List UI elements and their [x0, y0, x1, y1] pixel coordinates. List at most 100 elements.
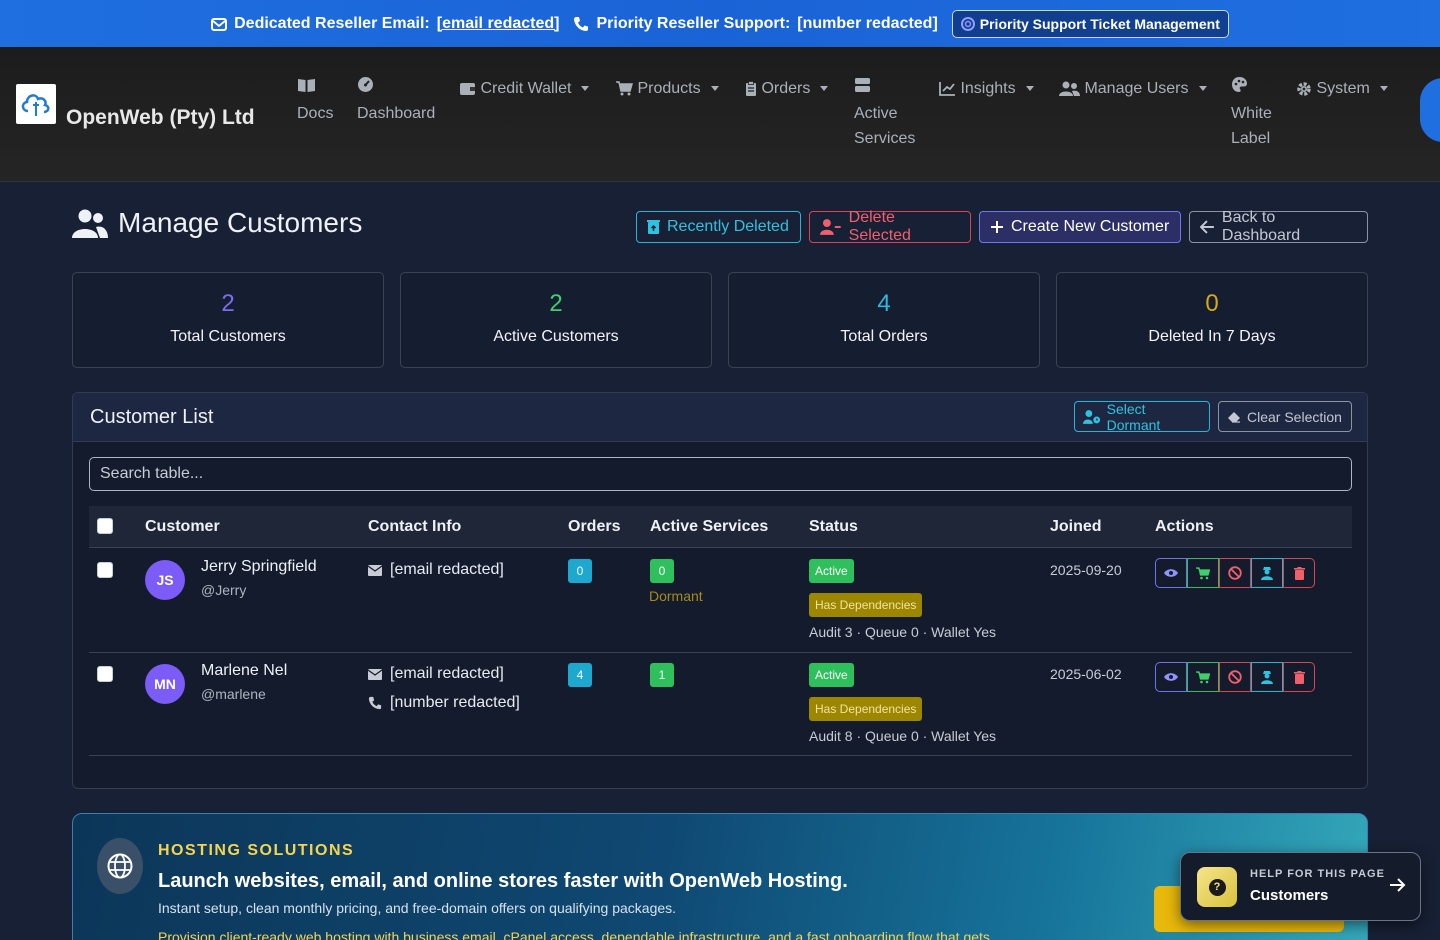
nav-insights[interactable]: Insights	[939, 76, 1034, 101]
customer-username: @marlene	[201, 686, 266, 702]
reseller-email: Dedicated Reseller Email: [email redacte…	[211, 15, 559, 33]
back-dashboard-button[interactable]: Back to Dashboard	[1189, 209, 1368, 244]
profile-toggle[interactable]	[1420, 78, 1440, 142]
user-secret-icon	[1261, 567, 1273, 580]
nav-system-label: System	[1316, 80, 1370, 97]
contact-email: [email redacted]	[368, 665, 504, 683]
impersonate-button[interactable]	[1251, 662, 1283, 692]
chevron-down-icon	[710, 86, 719, 92]
nav-orders-label: Orders	[761, 80, 811, 97]
search-input[interactable]	[89, 457, 1352, 491]
book-icon	[298, 79, 315, 92]
envelope-icon	[368, 564, 382, 576]
page-title: Manage Customers	[72, 207, 362, 239]
nav-dashboard[interactable]: Dashboard	[357, 76, 435, 126]
cloud-logo-icon	[21, 94, 50, 116]
stat-label: Total Customers	[170, 328, 286, 345]
dependency-badge: Has Dependencies	[809, 593, 923, 617]
select-dormant-button[interactable]: Select Dormant	[1074, 400, 1210, 433]
avatar: MN	[145, 664, 185, 704]
nav-credit-wallet[interactable]: Credit Wallet	[459, 76, 590, 101]
arrow-left-icon	[1200, 220, 1214, 234]
recently-deleted-button[interactable]: Recently Deleted	[636, 211, 801, 243]
column-customer[interactable]: Customer	[145, 518, 220, 536]
nav-products[interactable]: Products	[615, 76, 719, 101]
nav-orders[interactable]: Orders	[745, 76, 829, 101]
reseller-phone: Priority Reseller Support: [number redac…	[573, 14, 938, 33]
chevron-down-icon	[1198, 86, 1207, 92]
create-customer-button[interactable]: Create New Customer	[979, 211, 1181, 243]
nav-insights-label: Insights	[960, 80, 1016, 97]
brand[interactable]: OpenWeb (Pty) Ltd	[16, 78, 255, 130]
ban-icon	[1228, 566, 1242, 580]
delete-button[interactable]	[1283, 558, 1315, 588]
row-meta: Audit 8 · Queue 0 · Wallet Yes	[809, 728, 997, 744]
customer-name: Jerry Springfield	[201, 558, 317, 575]
dormant-label: Dormant	[649, 588, 703, 604]
select-dormant-label: Select Dormant	[1106, 400, 1161, 433]
contact-phone-value: [number redacted]	[390, 694, 520, 711]
arrow-right-icon	[1390, 878, 1406, 892]
contact-email: [email redacted]	[368, 561, 504, 579]
cart-icon	[1196, 670, 1210, 683]
chevron-down-icon	[581, 86, 590, 92]
cart-icon	[1196, 566, 1210, 579]
stat-total-orders: 4 Total Orders	[728, 272, 1040, 368]
eye-icon	[1164, 569, 1178, 577]
trash-icon	[1293, 566, 1305, 580]
active-services-badge: 1	[650, 663, 674, 687]
stat-label: Active Customers	[493, 328, 619, 345]
delete-selected-button[interactable]: Delete Selected	[809, 209, 971, 244]
reseller-email-link[interactable]: [email redacted]	[437, 15, 560, 33]
trash-restore-icon	[647, 220, 660, 234]
nav-active-services[interactable]: Active Services	[854, 76, 915, 151]
avatar: JS	[145, 560, 185, 600]
trash-icon	[1293, 670, 1305, 684]
priority-ticket-label: Priority Support Ticket Management	[979, 15, 1220, 32]
ban-icon	[1228, 670, 1242, 684]
line-chart-icon	[939, 82, 955, 97]
customer-list-header: Customer List Select Dormant Clear Selec…	[73, 393, 1367, 442]
page-help-widget[interactable]: ? HELP FOR THIS PAGE Customers	[1180, 852, 1421, 921]
promo-body-link[interactable]: Provision client-ready web hosting with …	[158, 929, 990, 940]
column-active-services[interactable]: Active Services	[650, 518, 768, 536]
phone-icon	[574, 16, 589, 31]
impersonate-button[interactable]	[1251, 558, 1283, 588]
plus-icon	[991, 221, 1003, 233]
nav-manage-users[interactable]: Manage Users	[1059, 76, 1207, 101]
column-contact[interactable]: Contact Info	[368, 518, 461, 536]
active-services-badge: 0	[650, 559, 674, 583]
chevron-down-icon	[1379, 86, 1388, 92]
nav-active-services-label-2: Services	[854, 130, 916, 147]
orders-button[interactable]	[1187, 558, 1219, 588]
view-button[interactable]	[1155, 662, 1187, 692]
suspend-button[interactable]	[1219, 558, 1251, 588]
row-checkbox[interactable]	[97, 562, 113, 578]
row-actions	[1155, 662, 1315, 692]
nav-docs[interactable]: Docs	[297, 76, 333, 126]
delete-button[interactable]	[1283, 662, 1315, 692]
view-button[interactable]	[1155, 558, 1187, 588]
orders-button[interactable]	[1187, 662, 1219, 692]
priority-ticket-button[interactable]: Priority Support Ticket Management	[951, 9, 1229, 38]
column-status[interactable]: Status	[809, 518, 858, 536]
palette-icon	[1232, 77, 1247, 92]
user-minus-icon	[820, 219, 841, 235]
globe-icon	[107, 853, 133, 879]
row-checkbox[interactable]	[97, 666, 113, 682]
contact-phone: [number redacted]	[368, 694, 520, 712]
help-kicker: HELP FOR THIS PAGE	[1250, 868, 1385, 880]
nav-white-label[interactable]: White Label	[1231, 76, 1272, 151]
user-clock-icon	[1083, 409, 1101, 424]
select-all-checkbox[interactable]	[97, 518, 113, 534]
reseller-phone-label: Priority Reseller Support:	[596, 14, 791, 32]
dependency-badge: Has Dependencies	[809, 697, 923, 721]
stat-label: Deleted In 7 Days	[1148, 328, 1276, 345]
column-orders[interactable]: Orders	[568, 518, 620, 536]
nav-system[interactable]: System	[1296, 76, 1388, 101]
suspend-button[interactable]	[1219, 662, 1251, 692]
clipboard-icon	[746, 80, 756, 96]
clear-selection-button[interactable]: Clear Selection	[1218, 401, 1352, 432]
envelope-icon	[368, 668, 382, 680]
column-joined[interactable]: Joined	[1050, 518, 1102, 536]
